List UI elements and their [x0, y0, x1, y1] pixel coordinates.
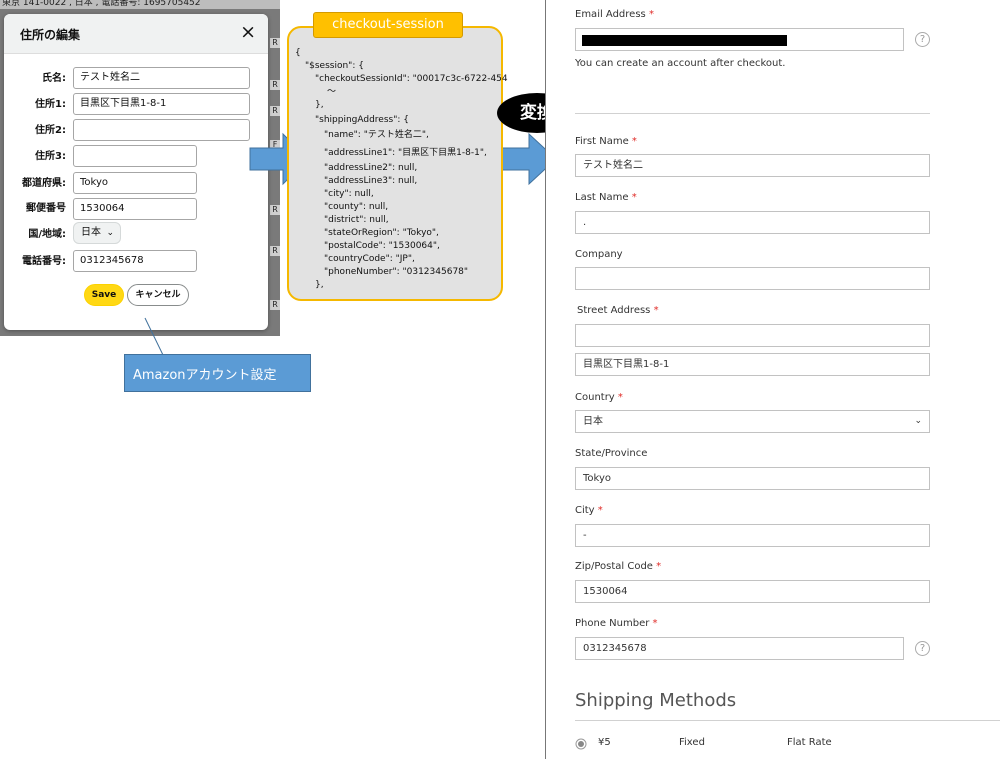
help-icon[interactable]: ?: [915, 641, 930, 656]
background-fragment: R: [270, 300, 280, 310]
redacted-email: [582, 35, 787, 46]
city-input[interactable]: -: [575, 524, 930, 547]
prefecture-label: 都道府県:: [22, 178, 66, 189]
email-note: You can create an account after checkout…: [575, 58, 786, 69]
email-label: Email Address *: [575, 9, 654, 20]
state-province-input[interactable]: Tokyo: [575, 467, 930, 490]
section-divider: [575, 720, 1000, 721]
json-line: "addressLine3": null,: [324, 176, 418, 186]
checkout-form: Email Address * ? You can create an acco…: [545, 0, 1000, 759]
shipping-carrier: Fixed: [679, 737, 705, 748]
background-fragment: R: [270, 80, 280, 90]
country-label: 国/地域:: [28, 229, 66, 240]
shipping-methods-title: Shipping Methods: [575, 690, 737, 711]
company-input[interactable]: [575, 267, 930, 290]
amazon-settings-callout: Amazonアカウント設定: [124, 354, 311, 392]
modal-header: 住所の編集 ×: [4, 14, 268, 54]
street-address-line1-input[interactable]: [575, 324, 930, 347]
json-line: "county": null,: [324, 202, 389, 212]
phone-label: 電話番号:: [22, 256, 66, 267]
phone-input[interactable]: 0312345678: [575, 637, 904, 660]
section-divider: [575, 113, 930, 114]
background-fragment: R: [270, 205, 280, 215]
json-line: "$session": {: [305, 61, 364, 71]
json-line: },: [315, 280, 324, 290]
json-line: "name": "テスト姓名二",: [324, 130, 429, 140]
street-address-label: Street Address *: [577, 305, 659, 316]
name-input[interactable]: テスト姓名二: [73, 67, 250, 89]
json-line: "shippingAddress": {: [315, 115, 409, 125]
company-label: Company: [575, 249, 623, 260]
json-line: "district": null,: [324, 215, 389, 225]
json-line: {: [295, 48, 301, 58]
address3-input[interactable]: [73, 145, 197, 167]
background-fragment: R: [270, 246, 280, 256]
first-name-label: First Name *: [575, 136, 637, 147]
background-fragment: R: [270, 38, 280, 48]
country-select[interactable]: 日本 ⌄: [575, 410, 930, 433]
phone-label: Phone Number *: [575, 618, 658, 629]
email-input[interactable]: [575, 28, 904, 51]
country-select[interactable]: 日本 ⌄: [73, 222, 121, 244]
city-label: City *: [575, 505, 603, 516]
help-icon[interactable]: ?: [915, 32, 930, 47]
json-line: "addressLine1": "目黒区下目黒1-8-1",: [324, 148, 487, 158]
chevron-down-icon: ⌄: [914, 416, 922, 426]
shipping-price: ¥5: [598, 737, 611, 748]
country-select-value: 日本: [583, 416, 603, 427]
save-button[interactable]: Save: [84, 284, 124, 306]
address2-label: 住所2:: [35, 125, 66, 136]
phone-input[interactable]: 0312345678: [73, 250, 197, 272]
prefecture-input[interactable]: Tokyo: [73, 172, 197, 194]
modal-title: 住所の編集: [20, 28, 81, 42]
json-line: "countryCode": "JP",: [324, 254, 415, 264]
zip-label: Zip/Postal Code *: [575, 561, 662, 572]
country-select-value: 日本: [81, 227, 101, 238]
first-name-input[interactable]: テスト姓名二: [575, 154, 930, 177]
address2-input[interactable]: [73, 119, 250, 141]
address3-label: 住所3:: [35, 151, 66, 162]
json-line: "addressLine2": null,: [324, 163, 418, 173]
zip-input[interactable]: 1530064: [575, 580, 930, 603]
checkout-session-tag: checkout-session: [313, 12, 463, 38]
json-line: "checkoutSessionId": "00017c3c-6722-454: [315, 74, 508, 84]
last-name-label: Last Name *: [575, 192, 637, 203]
name-label: 氏名:: [42, 73, 66, 84]
shipping-method-name: Flat Rate: [787, 737, 832, 748]
state-province-label: State/Province: [575, 448, 648, 459]
last-name-input[interactable]: .: [575, 211, 930, 234]
close-icon[interactable]: ×: [240, 21, 256, 43]
json-line: "postalCode": "1530064",: [324, 241, 440, 251]
checkout-session-json-card: { "$session": { "checkoutSessionId": "00…: [287, 26, 508, 301]
chevron-down-icon: ⌄: [106, 228, 114, 238]
json-line: 〜: [327, 87, 337, 97]
postal-code-input[interactable]: 1530064: [73, 198, 197, 220]
address1-input[interactable]: 目黒区下目黒1-8-1: [73, 93, 250, 115]
street-address-line2-input[interactable]: 目黒区下目黒1-8-1: [575, 353, 930, 376]
edit-address-modal: 住所の編集 × 氏名: テスト姓名二 住所1: 目黒区下目黒1-8-1 住所2:…: [4, 14, 268, 330]
cancel-button[interactable]: キャンセル: [127, 284, 189, 306]
shipping-radio[interactable]: [575, 738, 587, 750]
json-line: },: [315, 100, 324, 110]
json-line: "city": null,: [324, 189, 374, 199]
background-fragment: R: [270, 106, 280, 116]
postal-code-label: 郵便番号: [26, 203, 66, 214]
background-address-text: 東京 141-0022 , 日本 , 電話番号: 1695705452: [0, 0, 280, 9]
address1-label: 住所1:: [35, 99, 66, 110]
json-line: "stateOrRegion": "Tokyo",: [324, 228, 439, 238]
json-line: "phoneNumber": "0312345678": [324, 267, 469, 277]
country-label: Country *: [575, 392, 623, 403]
